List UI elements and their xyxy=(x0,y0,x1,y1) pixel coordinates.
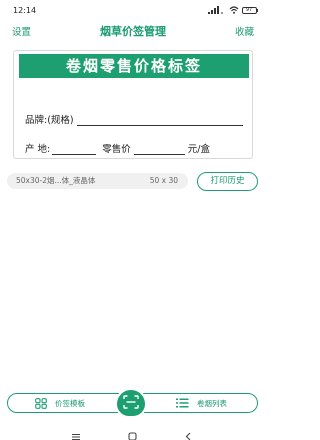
price-label: 零售价 xyxy=(102,144,131,155)
status-icons: 97 xyxy=(207,6,258,14)
nav-cigarette-list[interactable]: 卷烟列表 xyxy=(176,394,227,412)
template-name: 50x30-2烟...体_液晶体 xyxy=(16,176,96,185)
unit-label: 元/盒 xyxy=(187,144,210,155)
nav-templates[interactable]: 价签模板 xyxy=(35,394,85,412)
brand-row: 品牌:(规格) xyxy=(25,112,243,126)
signal-icon xyxy=(207,6,226,14)
home-icon[interactable] xyxy=(128,426,137,440)
template-size: 50 x 30 xyxy=(149,176,178,185)
grid-icon xyxy=(35,397,47,409)
scan-icon xyxy=(123,394,139,413)
template-selector[interactable]: 50x30-2烟...体_液晶体 50 x 30 xyxy=(7,173,188,189)
status-bar: 12:14 97 xyxy=(0,0,266,20)
battery-level: 97 xyxy=(241,6,257,14)
page-title: 烟草价签管理 xyxy=(100,25,166,38)
scan-button[interactable] xyxy=(115,388,147,418)
origin-blank-line xyxy=(52,144,97,155)
system-navigation xyxy=(0,424,266,440)
status-time: 12:14 xyxy=(13,5,37,15)
app-header: 设置 烟草价签管理 收藏 xyxy=(0,20,266,42)
origin-label: 产 地: xyxy=(25,144,51,155)
brand-label: 品牌:(规格) xyxy=(25,115,74,126)
wifi-icon xyxy=(229,6,239,14)
nav-templates-label: 价签模板 xyxy=(55,398,85,408)
print-history-button[interactable]: 打印历史 xyxy=(197,172,258,191)
back-icon[interactable] xyxy=(185,426,191,440)
list-icon xyxy=(176,398,189,408)
origin-price-row: 产 地: 零售价 元/盒 xyxy=(25,141,243,155)
price-label-preview[interactable]: 卷烟零售价格标签 品牌:(规格) 产 地: 零售价 元/盒 xyxy=(13,50,253,159)
favorites-button[interactable]: 收藏 xyxy=(235,24,254,38)
battery-icon: 97 xyxy=(241,6,258,14)
label-heading: 卷烟零售价格标签 xyxy=(19,54,249,78)
price-blank-line xyxy=(133,144,185,155)
menu-icon[interactable] xyxy=(72,426,80,440)
brand-blank-line xyxy=(76,115,243,126)
nav-cigarette-list-label: 卷烟列表 xyxy=(197,398,227,408)
